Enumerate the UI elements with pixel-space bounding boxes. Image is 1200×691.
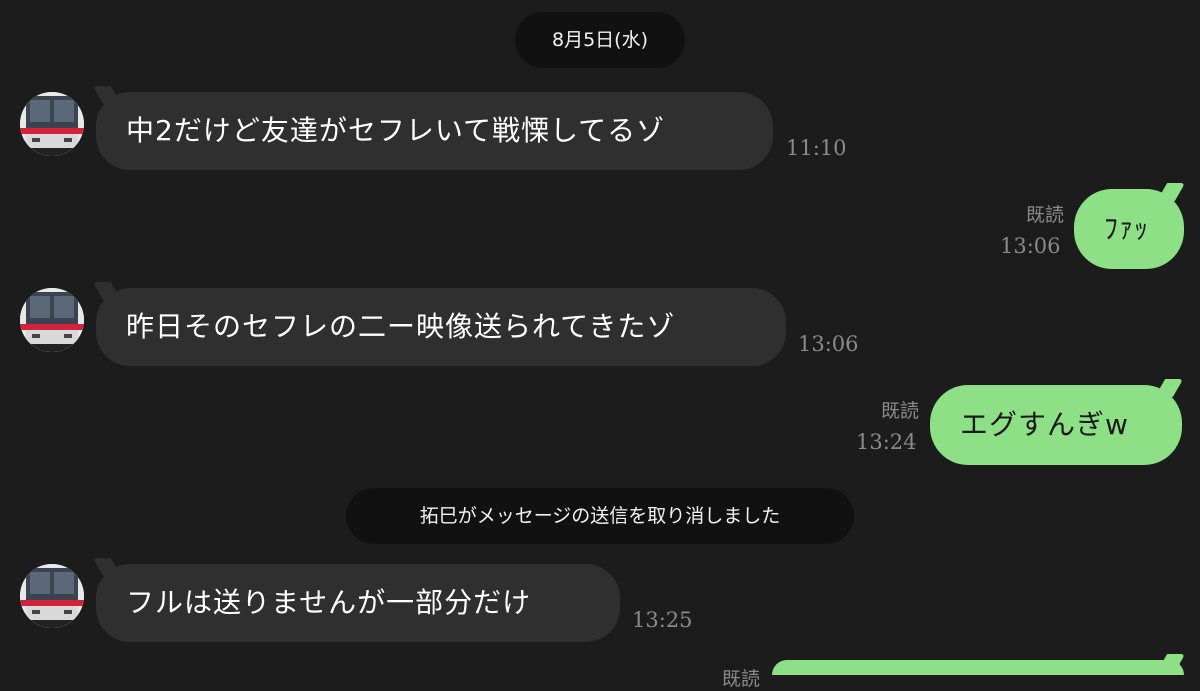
message-text: ﾌｧｯ <box>1104 212 1150 245</box>
message-text: 中2だけど友達がセフレいて戦慄してるゾ <box>126 114 666 147</box>
message-bubble-incoming[interactable]: フルは送りませんが一部分だけ <box>96 564 620 642</box>
message-time: 13:06 <box>798 332 859 356</box>
message-text: フルは送りませんが一部分だけ <box>126 586 532 619</box>
message-time: 13:25 <box>632 608 693 632</box>
message-bubble-outgoing[interactable]: ﾌｧｯ <box>1074 189 1184 269</box>
date-separator: 8月5日(水) <box>515 12 685 68</box>
read-receipt: 既読 <box>1025 204 1064 226</box>
message-time: 11:10 <box>786 136 847 160</box>
train-avatar-icon[interactable] <box>20 564 84 628</box>
message-text: 昨日そのセフレの二ー映像送られてきたゾ <box>126 310 676 343</box>
message-text: エグすんぎw <box>960 408 1129 441</box>
message-time: 13:06 <box>1000 234 1061 258</box>
train-avatar-icon[interactable] <box>20 288 84 352</box>
message-bubble-incoming[interactable]: 昨日そのセフレの二ー映像送られてきたゾ <box>96 288 786 366</box>
train-avatar-icon[interactable] <box>20 92 84 156</box>
read-receipt: 既読 <box>880 400 919 422</box>
system-notice: 拓巳がメッセージの送信を取り消しました <box>346 488 854 544</box>
message-bubble-outgoing[interactable]: エグすんぎw <box>930 385 1182 465</box>
message-bubble-incoming[interactable]: 中2だけど友達がセフレいて戦慄してるゾ <box>96 92 773 170</box>
message-bubble-outgoing[interactable] <box>772 660 1184 675</box>
message-time: 13:24 <box>856 430 917 454</box>
read-receipt: 既読 <box>721 668 760 690</box>
